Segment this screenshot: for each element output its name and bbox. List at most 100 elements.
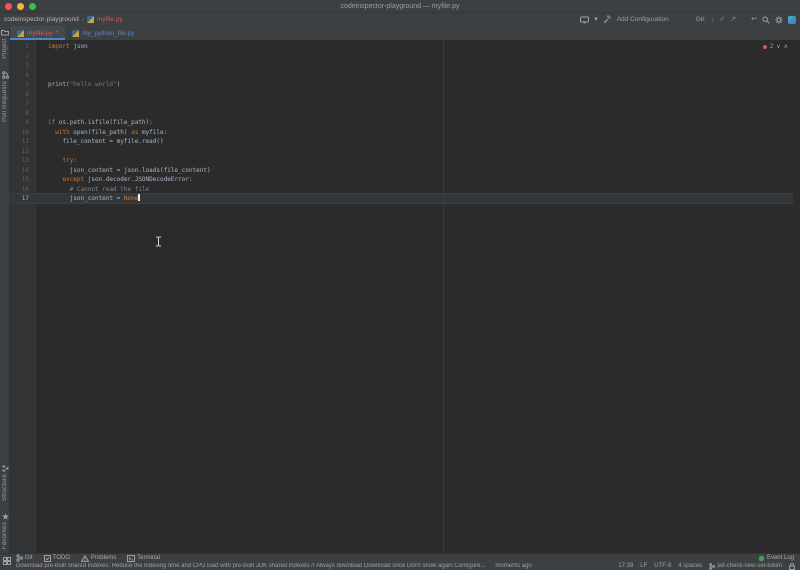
tool-windows-right: Event Log bbox=[758, 555, 794, 562]
stripe-item-label: Structure bbox=[2, 473, 8, 501]
inspection-widget[interactable]: 2 ∨ ∧ bbox=[762, 43, 788, 50]
error-dot-icon bbox=[762, 44, 767, 49]
avatar[interactable] bbox=[788, 15, 796, 24]
stripe-item-favorites[interactable]: Favorites bbox=[1, 513, 9, 549]
main-toolbar: ▾ Add Configuration Git: ↓ ✓ ↗ ↩ bbox=[580, 13, 796, 26]
ide-window: codeinspector-playground — myfile.py cod… bbox=[0, 0, 800, 570]
code-line-1[interactable]: import json bbox=[48, 42, 790, 52]
vcs-update-icon[interactable]: ↓ bbox=[711, 16, 715, 23]
status-bar: Download pre-built shared indexes: Reduc… bbox=[0, 562, 800, 570]
line-number[interactable]: 1 bbox=[10, 42, 36, 52]
line-number[interactable]: 10 bbox=[10, 128, 36, 138]
code-line-11[interactable]: file_content = myfile.read() bbox=[48, 137, 790, 147]
stripe-item-structure[interactable]: Structure bbox=[2, 465, 9, 501]
file-encoding[interactable]: UTF-8 bbox=[654, 563, 671, 569]
code-line-10[interactable]: with open(file_path) as myfile: bbox=[48, 128, 790, 138]
breadcrumb: codeinspector-playground › myfile.py bbox=[4, 16, 123, 23]
line-number[interactable]: 5 bbox=[10, 80, 36, 90]
git-branch-widget[interactable]: jwt-check-new-set-token bbox=[709, 562, 782, 570]
indent-style[interactable]: 4 spaces bbox=[678, 563, 702, 569]
pull-requests-icon bbox=[1, 70, 9, 79]
gear-icon[interactable] bbox=[775, 15, 783, 24]
build-hammer-icon[interactable] bbox=[603, 15, 612, 24]
code-line-13[interactable]: try: bbox=[48, 156, 790, 166]
line-number[interactable]: 12 bbox=[10, 147, 36, 157]
line-number[interactable]: 13 bbox=[10, 156, 36, 166]
git-widget-label: Git: bbox=[695, 16, 706, 23]
code-line-5[interactable]: print("hello world") bbox=[48, 80, 790, 90]
line-number[interactable]: 8 bbox=[10, 109, 36, 119]
text-caret bbox=[138, 194, 141, 201]
line-number[interactable]: 6 bbox=[10, 90, 36, 100]
inspection-error-count: 2 bbox=[769, 43, 774, 50]
code-line-9[interactable]: if os.path.isfile(file_path): bbox=[48, 118, 790, 128]
python-file-icon bbox=[86, 16, 94, 23]
tab-my_python_file.py[interactable]: my_python_file.py bbox=[65, 26, 141, 40]
tool-window-switcher-icon[interactable] bbox=[3, 557, 11, 565]
status-message[interactable]: Download pre-built shared indexes: Reduc… bbox=[16, 563, 485, 569]
code-line-17[interactable]: json_content = None bbox=[48, 194, 790, 204]
line-number[interactable]: 7 bbox=[10, 99, 36, 109]
tool-window-button-todo[interactable]: TODO bbox=[43, 554, 70, 562]
tab-myfile.py[interactable]: myfile.py * bbox=[10, 26, 66, 40]
prev-problem-icon[interactable]: ∧ bbox=[784, 43, 788, 50]
line-number[interactable]: 2 bbox=[10, 52, 36, 62]
tool-window-button-git[interactable]: Git bbox=[16, 554, 33, 562]
terminal-icon bbox=[127, 554, 136, 562]
title-bar: codeinspector-playground — myfile.py bbox=[0, 0, 800, 13]
modified-mark: * bbox=[55, 29, 59, 37]
branch-icon bbox=[709, 562, 716, 570]
code-line-7[interactable] bbox=[48, 99, 790, 109]
chevron-down-icon[interactable]: ▾ bbox=[594, 16, 598, 23]
tool-window-button-event-log[interactable]: Event Log bbox=[758, 555, 794, 562]
caret-position[interactable]: 17:39 bbox=[618, 563, 633, 569]
line-number[interactable]: 15 bbox=[10, 175, 36, 185]
code-line-3[interactable] bbox=[48, 61, 790, 71]
line-number[interactable]: 11 bbox=[10, 137, 36, 147]
line-number[interactable]: 3 bbox=[10, 61, 36, 71]
code-line-12[interactable] bbox=[48, 147, 790, 157]
code-line-4[interactable] bbox=[48, 71, 790, 81]
undo-icon[interactable]: ↩ bbox=[751, 16, 757, 23]
stripe-item-pull-requests[interactable]: Pull Requests bbox=[1, 70, 9, 122]
search-icon[interactable] bbox=[762, 16, 770, 24]
tool-window-label: TODO bbox=[52, 555, 70, 561]
line-number[interactable]: 16 bbox=[10, 185, 36, 195]
code-line-2[interactable] bbox=[48, 52, 790, 62]
lock-icon[interactable] bbox=[789, 562, 795, 570]
code-line-8[interactable] bbox=[48, 109, 790, 119]
breadcrumb-project[interactable]: codeinspector-playground bbox=[4, 16, 79, 23]
tab-label: my_python_file.py bbox=[82, 29, 135, 37]
stripe-item-label: Pull Requests bbox=[2, 80, 8, 122]
chevron-right-icon: › bbox=[81, 16, 84, 23]
code-line-16[interactable]: # Cannot read the file bbox=[48, 185, 790, 195]
next-problem-icon[interactable]: ∨ bbox=[776, 43, 780, 50]
stripe-bottom: Structure Favorites bbox=[0, 465, 10, 549]
tool-window-label: Git bbox=[25, 555, 33, 561]
folder-icon bbox=[1, 29, 9, 36]
python-file-icon bbox=[72, 29, 80, 37]
gutter-numbers[interactable]: 1 2 3 4 5 6 7 8 9 10 11 12 13 14 15 16 17 bbox=[10, 42, 36, 204]
line-number[interactable]: 9 bbox=[10, 118, 36, 128]
code-editor[interactable]: 1 2 3 4 5 6 7 8 9 10 11 12 13 14 15 16 17 import json pri… bbox=[10, 40, 800, 553]
stripe-item-label: Project bbox=[2, 38, 8, 59]
code-line-14[interactable]: json_content = json.loads(file_content) bbox=[48, 166, 790, 176]
stripe-item-project[interactable]: Project bbox=[1, 29, 9, 59]
window-title: codeinspector-playground — myfile.py bbox=[340, 2, 460, 10]
code-line-15[interactable]: except json.decoder.JSONDecodeError: bbox=[48, 175, 790, 185]
line-number[interactable]: 4 bbox=[10, 71, 36, 81]
tool-windows-left: Git TODO Problems Terminal bbox=[16, 554, 160, 562]
line-ending[interactable]: LF bbox=[640, 563, 647, 569]
vcs-commit-icon[interactable]: ✓ bbox=[719, 16, 725, 23]
tool-window-button-terminal[interactable]: Terminal bbox=[127, 554, 160, 562]
run-target-icon[interactable] bbox=[580, 16, 590, 24]
left-tool-stripe: Project Pull Requests Structure Favorites bbox=[0, 26, 10, 553]
vcs-push-icon[interactable]: ↗ bbox=[730, 16, 736, 23]
add-configuration-button[interactable]: Add Configuration bbox=[617, 16, 669, 23]
code-lines[interactable]: import json print("hello world") if os.pat… bbox=[48, 42, 790, 204]
breadcrumb-file[interactable]: myfile.py bbox=[97, 16, 123, 23]
line-number[interactable]: 17 bbox=[10, 194, 36, 204]
code-line-6[interactable] bbox=[48, 90, 790, 100]
line-number[interactable]: 14 bbox=[10, 166, 36, 176]
tool-window-button-problems[interactable]: Problems bbox=[80, 554, 116, 562]
